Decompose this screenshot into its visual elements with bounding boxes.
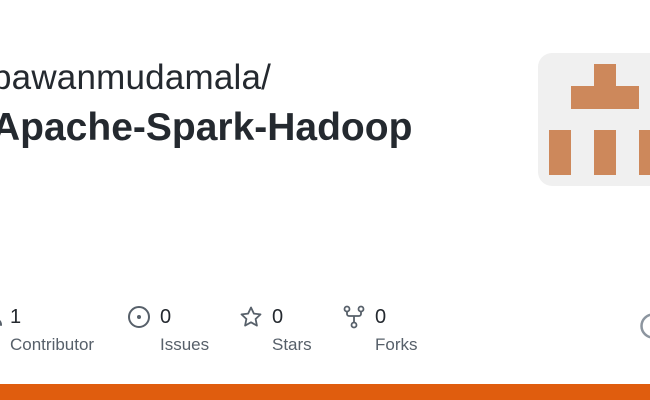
repo-owner[interactable]: pawanmudamala/ [0,58,271,98]
forks-label: Forks [375,335,418,354]
repo-name[interactable]: Apache-Spark-Hadoop [0,106,412,150]
issues-label: Issues [160,335,210,354]
star-icon [240,306,262,327]
identicon-avatar [538,53,650,186]
stars-count: 0 [272,306,284,328]
repo-forked-icon [343,305,365,329]
github-logo-icon [640,313,650,339]
identicon-graphic [549,64,650,175]
issue-opened-icon [128,306,150,328]
contributor-count: 1 [10,306,22,328]
contributor-icon [0,320,2,326]
issues-count: 0 [160,306,172,328]
repo-social-card: pawanmudamala/ Apache-Spark-Hadoop 1 Con… [0,0,650,400]
language-color-bar [0,384,650,400]
contributor-label: Contributor [10,335,95,354]
forks-count: 0 [375,306,387,328]
stars-label: Stars [272,335,312,354]
